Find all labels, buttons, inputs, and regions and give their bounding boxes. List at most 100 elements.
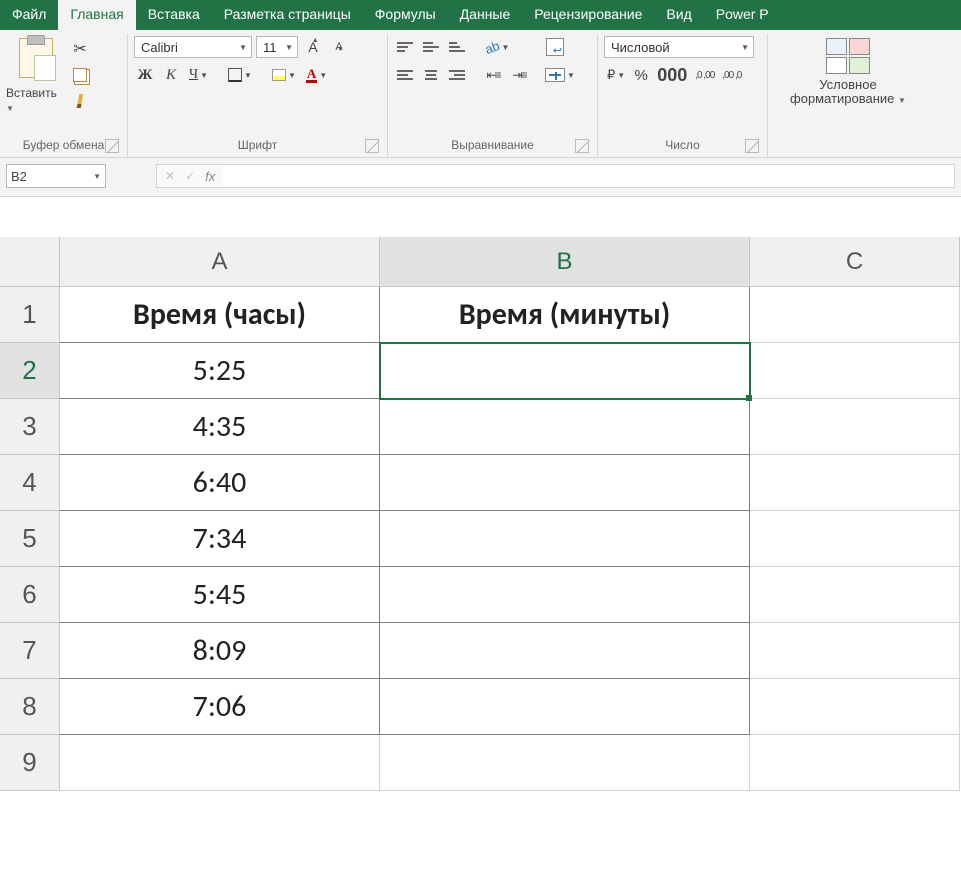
cell-C7[interactable] — [750, 623, 960, 679]
cell-A3[interactable]: 4:35 — [60, 399, 380, 455]
font-launcher[interactable] — [365, 139, 379, 153]
cell-C3[interactable] — [750, 399, 960, 455]
border-button[interactable]: ▼ — [225, 64, 255, 86]
increase-font-button[interactable]: A — [302, 36, 324, 58]
cell-B9[interactable] — [380, 735, 750, 791]
group-number: Числовой▼ ₽▼ % 000 ,0 ,00 ,00 ,0 Число — [598, 34, 768, 157]
cell-B3[interactable] — [380, 399, 750, 455]
cut-button[interactable]: ✂ — [70, 40, 90, 58]
merge-center-button[interactable]: ▼ — [540, 64, 580, 86]
bold-button[interactable]: Ж — [134, 64, 156, 86]
cell-B8[interactable] — [380, 679, 750, 735]
decrease-indent-button[interactable]: ⇤≡ — [482, 64, 504, 86]
cell-B2[interactable] — [380, 343, 750, 399]
cell-C2[interactable] — [750, 343, 960, 399]
col-header-B[interactable]: B — [380, 237, 750, 287]
row-header-6[interactable]: 6 — [0, 567, 60, 623]
row-header-4[interactable]: 4 — [0, 455, 60, 511]
increase-indent-button[interactable]: ⇥≡ — [508, 64, 530, 86]
font-size-combo[interactable]: 11▼ — [256, 36, 298, 58]
cancel-formula-button[interactable]: ✕ — [165, 169, 175, 183]
tab-formulas[interactable]: Формулы — [363, 0, 448, 30]
row-header-7[interactable]: 7 — [0, 623, 60, 679]
align-bottom-button[interactable] — [446, 36, 468, 58]
increase-decimal-button[interactable]: ,0 ,00 — [692, 64, 717, 86]
paste-button[interactable]: Вставить ▼ — [6, 86, 66, 114]
decrease-decimal-button[interactable]: ,00 ,0 — [719, 64, 744, 86]
number-format-combo[interactable]: Числовой▼ — [604, 36, 754, 58]
align-right-button[interactable] — [446, 64, 468, 86]
cell-C9[interactable] — [750, 735, 960, 791]
conditional-formatting-button[interactable]: Условноеформатирование ▼ — [788, 36, 908, 108]
scissors-icon: ✂ — [73, 39, 86, 59]
align-top-button[interactable] — [394, 36, 416, 58]
cell-C6[interactable] — [750, 567, 960, 623]
col-header-A[interactable]: A — [60, 237, 380, 287]
row-header-2[interactable]: 2 — [0, 343, 60, 399]
select-all-corner[interactable] — [0, 237, 60, 287]
cell-C4[interactable] — [750, 455, 960, 511]
tab-insert[interactable]: Вставка — [136, 0, 212, 30]
tab-home[interactable]: Главная — [58, 0, 135, 30]
fill-color-button[interactable]: ▼ — [269, 64, 299, 86]
tab-file[interactable]: Файл — [0, 0, 58, 30]
cell-B5[interactable] — [380, 511, 750, 567]
thousands-icon: 000 — [657, 65, 687, 86]
insert-function-button[interactable]: fx — [205, 169, 215, 184]
percent-button[interactable]: % — [630, 64, 652, 86]
paste-icon[interactable] — [19, 38, 53, 78]
cell-A5[interactable]: 7:34 — [60, 511, 380, 567]
cell-B6[interactable] — [380, 567, 750, 623]
clipboard-launcher[interactable] — [105, 139, 119, 153]
align-center-button[interactable] — [420, 64, 442, 86]
col-header-C[interactable]: C — [750, 237, 960, 287]
align-middle-icon — [423, 42, 439, 52]
cell-A9[interactable] — [60, 735, 380, 791]
orientation-button[interactable]: ab▼ — [482, 36, 512, 58]
format-painter-button[interactable] — [70, 92, 90, 110]
row-header-1[interactable]: 1 — [0, 287, 60, 343]
cell-A6[interactable]: 5:45 — [60, 567, 380, 623]
cell-A4[interactable]: 6:40 — [60, 455, 380, 511]
formula-input[interactable] — [223, 164, 955, 188]
cell-B1[interactable]: Время (минуты) — [380, 287, 750, 343]
font-name-combo[interactable]: Calibri▼ — [134, 36, 252, 58]
row-header-5[interactable]: 5 — [0, 511, 60, 567]
row-header-8[interactable]: 8 — [0, 679, 60, 735]
cell-B4[interactable] — [380, 455, 750, 511]
cell-C5[interactable] — [750, 511, 960, 567]
cell-A1[interactable]: Время (часы) — [60, 287, 380, 343]
cell-A7[interactable]: 8:09 — [60, 623, 380, 679]
formula-bar: B2▼ ✕ ✓ fx — [0, 158, 961, 197]
align-middle-button[interactable] — [420, 36, 442, 58]
tab-view[interactable]: Вид — [654, 0, 703, 30]
outdent-icon: ⇤≡ — [486, 68, 499, 82]
tab-powerpivot[interactable]: Power P — [704, 0, 781, 30]
alignment-launcher[interactable] — [575, 139, 589, 153]
copy-button[interactable] — [70, 66, 90, 84]
cell-C1[interactable] — [750, 287, 960, 343]
underline-button[interactable]: Ч▼ — [186, 64, 211, 86]
align-left-button[interactable] — [394, 64, 416, 86]
enter-formula-button[interactable]: ✓ — [185, 169, 195, 183]
name-box[interactable]: B2▼ — [6, 164, 106, 188]
cell-A2[interactable]: 5:25 — [60, 343, 380, 399]
number-launcher[interactable] — [745, 139, 759, 153]
tab-page-layout[interactable]: Разметка страницы — [212, 0, 363, 30]
italic-button[interactable]: К — [160, 64, 182, 86]
row-header-9[interactable]: 9 — [0, 735, 60, 791]
row-header-3[interactable]: 3 — [0, 399, 60, 455]
cell-B7[interactable] — [380, 623, 750, 679]
comma-style-button[interactable]: 000 — [654, 64, 690, 86]
wrap-text-button[interactable] — [540, 36, 570, 58]
decrease-font-button[interactable]: A — [328, 36, 350, 58]
currency-button[interactable]: ₽▼ — [604, 64, 628, 86]
font-color-button[interactable]: А▼ — [303, 64, 330, 86]
align-bottom-icon — [449, 42, 465, 52]
group-clipboard: Вставить ▼ ✂ Буфер обмена — [0, 34, 128, 157]
tab-review[interactable]: Рецензирование — [522, 0, 654, 30]
cell-C8[interactable] — [750, 679, 960, 735]
cell-A8[interactable]: 7:06 — [60, 679, 380, 735]
merge-icon — [545, 68, 565, 82]
tab-data[interactable]: Данные — [448, 0, 523, 30]
